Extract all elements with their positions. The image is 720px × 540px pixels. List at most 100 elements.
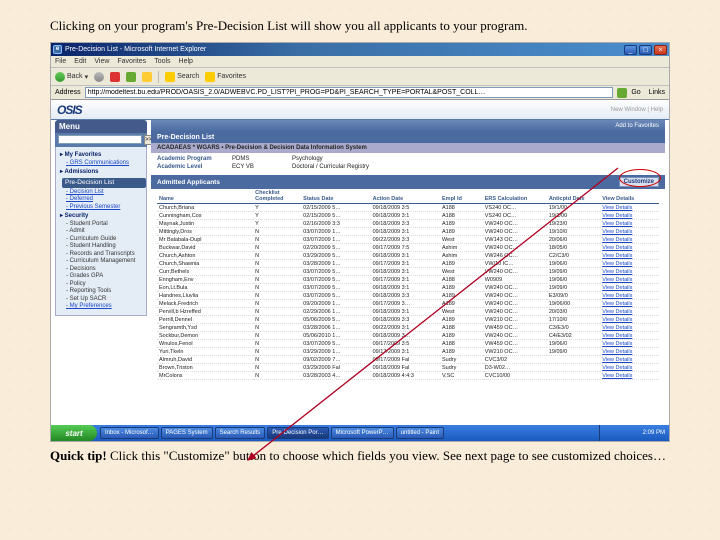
menu-edit[interactable]: Edit bbox=[74, 58, 86, 65]
table-cell: 19/09/0 bbox=[547, 268, 600, 276]
menu-search-input[interactable] bbox=[58, 135, 142, 144]
taskbar-button[interactable]: untitled - Paint bbox=[396, 427, 444, 439]
menu-category[interactable]: ▸ Admissions bbox=[60, 169, 144, 177]
table-cell: C2/C3/0 bbox=[547, 252, 600, 260]
view-details-link[interactable]: View Details bbox=[602, 221, 632, 227]
menu-item[interactable]: - Records and Transcripts bbox=[60, 251, 144, 259]
back-button[interactable]: Back ▾ bbox=[55, 72, 88, 82]
menu-link[interactable]: - GRS Communications bbox=[60, 160, 144, 168]
column-header[interactable]: Name bbox=[157, 189, 253, 204]
column-header[interactable]: Status Date bbox=[301, 189, 370, 204]
view-details-link[interactable]: View Details bbox=[602, 309, 632, 315]
taskbar-button[interactable]: Search Results bbox=[215, 427, 266, 439]
table-cell: A188 bbox=[440, 276, 483, 284]
address-input[interactable] bbox=[85, 87, 614, 98]
column-header[interactable]: Anticptd Date bbox=[547, 189, 600, 204]
taskbar-button[interactable]: Inbox - Microsof… bbox=[100, 427, 159, 439]
menu-file[interactable]: File bbox=[55, 58, 66, 65]
view-details-link[interactable]: View Details bbox=[602, 261, 632, 267]
column-header[interactable]: ERS Calculation bbox=[483, 189, 547, 204]
table-cell: 09/22/2009 3:1 bbox=[371, 324, 440, 332]
go-button[interactable] bbox=[617, 88, 627, 98]
view-details-link[interactable]: View Details bbox=[602, 285, 632, 291]
menu-category[interactable]: ▸ My Favorites bbox=[60, 152, 144, 160]
menu-item[interactable]: - Decisions bbox=[60, 266, 144, 274]
column-header[interactable]: Empl Id bbox=[440, 189, 483, 204]
menu-category[interactable]: ▸ Security bbox=[60, 213, 144, 221]
view-details-link[interactable]: View Details bbox=[602, 245, 632, 251]
home-button[interactable] bbox=[142, 72, 152, 82]
view-details-link[interactable]: View Details bbox=[602, 341, 632, 347]
table-cell: 09/18/2009 4:4:3 bbox=[371, 372, 440, 380]
view-details-link[interactable]: View Details bbox=[602, 253, 632, 259]
system-tray[interactable]: 2:09 PM bbox=[599, 425, 669, 441]
favorites-button[interactable]: Favorites bbox=[205, 72, 246, 82]
column-header[interactable]: View Details bbox=[600, 189, 659, 204]
view-details-link[interactable]: View Details bbox=[602, 277, 632, 283]
add-favorites-link[interactable]: Add to Favorites bbox=[615, 123, 659, 129]
menu-item[interactable]: - Grades GPA bbox=[60, 273, 144, 281]
menu-view[interactable]: View bbox=[94, 58, 109, 65]
links-label[interactable]: Links bbox=[649, 89, 665, 96]
menu-item[interactable]: - Curriculum Management bbox=[60, 258, 144, 266]
view-details-link[interactable]: View Details bbox=[602, 213, 632, 219]
menu-item[interactable]: - Admit bbox=[60, 228, 144, 236]
maximize-button[interactable]: □ bbox=[639, 45, 652, 55]
view-details-link[interactable]: View Details bbox=[602, 205, 632, 211]
table-cell: C3/E3/0 bbox=[547, 324, 600, 332]
table-cell: N bbox=[253, 364, 301, 372]
taskbar-button[interactable]: PAGES System bbox=[161, 427, 213, 439]
minimize-button[interactable]: _ bbox=[624, 45, 637, 55]
table-cell: 09/18/2009 3:1 bbox=[371, 308, 440, 316]
menu-item-selected[interactable]: Pre-Decision List bbox=[62, 178, 146, 188]
menu-item[interactable]: - Policy bbox=[60, 281, 144, 289]
table-cell: View Details bbox=[600, 332, 659, 340]
view-details-link[interactable]: View Details bbox=[602, 357, 632, 363]
table-cell: N bbox=[253, 348, 301, 356]
menu-tools[interactable]: Tools bbox=[154, 58, 170, 65]
view-details-link[interactable]: View Details bbox=[602, 333, 632, 339]
view-details-link[interactable]: View Details bbox=[602, 229, 632, 235]
menu-favorites[interactable]: Favorites bbox=[117, 58, 146, 65]
taskbar-button[interactable]: Microsoft PowerP… bbox=[331, 427, 394, 439]
column-header[interactable]: Action Date bbox=[371, 189, 440, 204]
view-details-link[interactable]: View Details bbox=[602, 349, 632, 355]
table-cell: View Details bbox=[600, 300, 659, 308]
view-details-link[interactable]: View Details bbox=[602, 301, 632, 307]
view-details-link[interactable]: View Details bbox=[602, 317, 632, 323]
menu-link[interactable]: - My Preferences bbox=[60, 303, 144, 311]
menu-item[interactable]: - Reporting Tools bbox=[60, 288, 144, 296]
taskbar-button[interactable]: Pre-Decision Por… bbox=[267, 427, 328, 439]
table-cell: VW210 OC… bbox=[483, 316, 547, 324]
menu-link[interactable]: - Decision List bbox=[60, 189, 144, 197]
column-header[interactable]: Checklist Completed bbox=[253, 189, 301, 204]
table-cell: 02/15/2009 5… bbox=[301, 212, 370, 220]
menu-link[interactable]: - Deferred bbox=[60, 196, 144, 204]
view-details-link[interactable]: View Details bbox=[602, 269, 632, 275]
table-cell bbox=[547, 364, 600, 372]
view-details-link[interactable]: View Details bbox=[602, 237, 632, 243]
table-cell: Eon,Lt.Bula bbox=[157, 284, 253, 292]
banner-links[interactable]: New Window | Help bbox=[611, 107, 663, 113]
view-details-link[interactable]: View Details bbox=[602, 365, 632, 371]
view-details-link[interactable]: View Details bbox=[602, 293, 632, 299]
table-cell: A189 bbox=[440, 348, 483, 356]
menu-item[interactable]: - Student Portal bbox=[60, 221, 144, 229]
forward-button[interactable] bbox=[94, 72, 104, 82]
search-button[interactable]: Search bbox=[165, 72, 199, 82]
view-details-link[interactable]: View Details bbox=[602, 325, 632, 331]
start-button[interactable]: start bbox=[51, 425, 97, 441]
view-details-link[interactable]: View Details bbox=[602, 373, 632, 379]
menu-item[interactable]: - Student Handling bbox=[60, 243, 144, 251]
table-cell: C4/E3/02 bbox=[547, 332, 600, 340]
menu-item[interactable]: - Set Up SACR bbox=[60, 296, 144, 304]
close-button[interactable]: × bbox=[654, 45, 667, 55]
refresh-button[interactable] bbox=[126, 72, 136, 82]
quick-tip-text: Click this "Customize" button to choose … bbox=[107, 448, 666, 463]
menu-item[interactable]: - Curriculum Guide bbox=[60, 236, 144, 244]
table-cell bbox=[547, 356, 600, 364]
menu-help[interactable]: Help bbox=[179, 58, 193, 65]
menu-link[interactable]: - Previous Semester bbox=[60, 204, 144, 212]
stop-button[interactable] bbox=[110, 72, 120, 82]
customize-button[interactable]: Customize bbox=[619, 177, 659, 187]
